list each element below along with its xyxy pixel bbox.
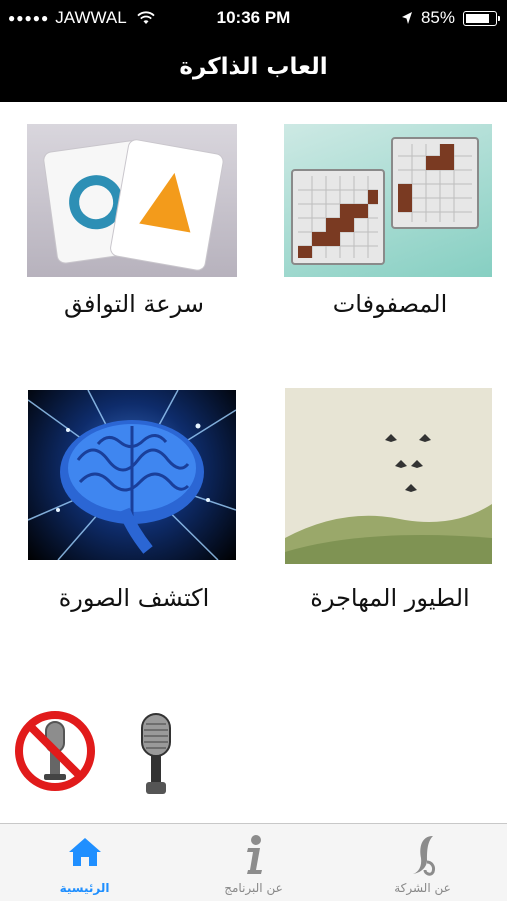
sound-on-button[interactable] bbox=[134, 712, 178, 800]
page-title: العاب الذاكرة bbox=[179, 54, 328, 80]
game-label: اكتشف الصورة bbox=[58, 584, 210, 612]
game-tile-speed-match[interactable]: سرعة التوافق bbox=[14, 118, 254, 333]
matching-cards-icon bbox=[27, 124, 237, 277]
game-tile-matrices[interactable]: المصفوفات bbox=[270, 118, 500, 333]
tab-about-company[interactable]: عن الشركة bbox=[338, 824, 507, 901]
brain-icon bbox=[28, 390, 236, 560]
game-tile-discover-picture[interactable]: اكتشف الصورة bbox=[14, 384, 254, 624]
status-bar: ●●●●● JAWWAL 10:36 PM 85% bbox=[0, 0, 507, 36]
game-label: الطيور المهاجرة bbox=[310, 584, 470, 612]
battery-percent: 85% bbox=[420, 8, 455, 27]
sound-off-button[interactable] bbox=[12, 708, 98, 794]
game-label: سرعة التوافق bbox=[64, 290, 204, 318]
tab-home[interactable]: الرئيسية bbox=[0, 824, 169, 901]
microphone-muted-icon bbox=[15, 711, 95, 791]
migrating-birds-icon bbox=[285, 388, 492, 564]
company-logo-icon bbox=[338, 832, 507, 876]
battery-icon bbox=[463, 10, 500, 26]
tab-bar: الرئيسية عن البرنامج عن الشركة bbox=[0, 823, 507, 901]
nav-bar: العاب الذاكرة bbox=[0, 36, 507, 102]
tab-label: الرئيسية bbox=[59, 881, 110, 895]
info-icon bbox=[169, 832, 338, 874]
tab-label: عن الشركة bbox=[394, 881, 451, 895]
tab-label: عن البرنامج bbox=[224, 881, 283, 895]
matrix-grids-icon bbox=[284, 124, 492, 277]
status-right: 85% bbox=[401, 8, 500, 28]
home-icon bbox=[0, 832, 169, 872]
game-tile-migrating-birds[interactable]: الطيور المهاجرة bbox=[270, 384, 500, 624]
battery-level bbox=[466, 13, 489, 23]
location-arrow-icon bbox=[401, 12, 412, 24]
game-label: المصفوفات bbox=[332, 290, 448, 318]
tab-about-app[interactable]: عن البرنامج bbox=[169, 824, 338, 901]
microphone-icon bbox=[141, 713, 171, 794]
